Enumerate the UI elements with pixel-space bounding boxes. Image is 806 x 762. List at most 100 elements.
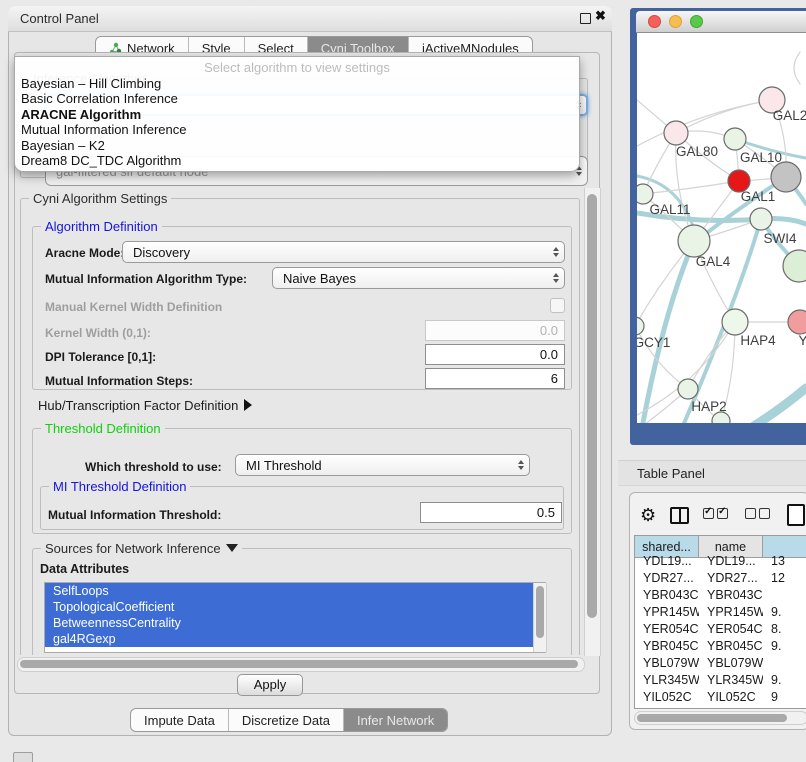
algorithm-option-aracne-algorithm[interactable]: ARACNE Algorithm — [15, 107, 579, 122]
table-panel-title: Table Panel — [637, 466, 705, 481]
network-edge[interactable] — [676, 100, 772, 133]
settings-horizontal-scrollbar[interactable] — [17, 657, 585, 672]
network-node-gal4[interactable] — [678, 225, 710, 257]
network-edge[interactable] — [794, 52, 800, 84]
network-window-titlebar[interactable] — [636, 11, 806, 33]
scrollbar-thumb[interactable] — [637, 714, 787, 722]
manual-kernel-width-checkbox[interactable] — [550, 298, 565, 313]
table-row[interactable]: YBR045CYBR045C9. — [635, 638, 806, 655]
columns-icon[interactable] — [670, 507, 689, 524]
table-cell: YER054C — [635, 621, 699, 638]
algorithm-option-dream8-dc-tdc-algorithm[interactable]: Dream8 DC_TDC Algorithm — [15, 153, 579, 168]
table-cell: 9. — [763, 638, 806, 655]
scrollbar-thumb[interactable] — [587, 194, 597, 618]
table-row[interactable]: YIL052CYIL052C9 — [635, 689, 806, 706]
table-row[interactable]: YBR043CYBR043C — [635, 587, 806, 604]
network-node-hap2[interactable] — [678, 379, 698, 399]
data-attributes-label: Data Attributes — [40, 562, 129, 576]
network-node-hap4[interactable] — [722, 309, 748, 335]
table-cell: YBL079W — [635, 655, 699, 672]
network-node-gal80[interactable] — [664, 121, 688, 145]
table-row[interactable]: YDR27...YDR27...12 — [635, 570, 806, 587]
kernel-width-field[interactable]: 0.0 — [425, 320, 565, 341]
node-attribute-table: shared...nameYDL19...YDL19...13YDR27...Y… — [634, 535, 806, 709]
mi-algorithm-type-combo[interactable]: Naive Bayes — [272, 267, 565, 289]
float-window-icon[interactable] — [580, 13, 591, 24]
table-panel: ⚙ shared...nameYDL19...YDL19...13YDR27..… — [629, 492, 806, 730]
algorithm-option-basic-correlation-inference[interactable]: Basic Correlation Inference — [15, 91, 579, 106]
node-label: SWI4 — [763, 231, 796, 246]
table-cell: 13 — [763, 553, 806, 570]
node-label: GCY1 — [637, 335, 670, 350]
scrollbar-thumb[interactable] — [20, 660, 578, 668]
table-cell: YBR045C — [635, 638, 699, 655]
table-cell: YIL052C — [699, 689, 763, 706]
table-toolbar: ⚙ — [640, 501, 806, 529]
table-cell: YLR345W — [699, 672, 763, 689]
algorithm-option-mutual-information-inference[interactable]: Mutual Information Inference — [15, 122, 579, 137]
aracne-mode-combo[interactable]: Discovery — [122, 241, 565, 263]
network-edge[interactable] — [637, 100, 772, 146]
tab-discretize-data[interactable]: Discretize Data — [229, 709, 344, 731]
network-node-gal11[interactable] — [637, 184, 653, 204]
mi-threshold-group-title: MI Threshold Definition — [49, 479, 190, 494]
node-label: GAL10 — [740, 150, 782, 165]
network-node[interactable] — [771, 162, 801, 192]
hub-factor-expander[interactable]: Hub/Transcription Factor Definition — [38, 398, 252, 413]
table-cell: 9. — [763, 672, 806, 689]
table-row[interactable]: YLR345WYLR345W9. — [635, 672, 806, 689]
combo-spinner-icon — [548, 273, 564, 283]
zoom-traffic-light-icon[interactable] — [690, 15, 703, 28]
node-label: Y — [798, 333, 806, 348]
clipped-toolbar-chip[interactable] — [13, 752, 33, 762]
table-row[interactable]: YER054CYER054C8. — [635, 621, 806, 638]
tab-impute-data[interactable]: Impute Data — [131, 709, 229, 731]
table-row[interactable]: YDL19...YDL19...13 — [635, 553, 806, 570]
table-row[interactable]: YBL079WYBL079W — [635, 655, 806, 672]
dpi-tolerance-field[interactable]: 0.0 — [425, 344, 565, 365]
network-node-gal10[interactable] — [724, 128, 746, 150]
scrollbar-thumb[interactable] — [536, 586, 544, 638]
tab-infer-network[interactable]: Infer Network — [344, 709, 447, 731]
data-attributes-list[interactable]: SelfLoopsTopologicalCoefficientBetweenne… — [44, 582, 546, 653]
network-canvas[interactable]: GAL2GAL80GAL10GAL1GAL11SWI4GAL4GCY1HAP4Y… — [637, 33, 806, 423]
mi-steps-field[interactable]: 6 — [425, 368, 565, 389]
table-cell: YPR145W — [699, 604, 763, 621]
document-icon[interactable] — [787, 504, 805, 526]
table-cell: YLR345W — [635, 672, 699, 689]
gear-icon[interactable]: ⚙ — [640, 506, 656, 524]
attribute-item-betweennesscentrality[interactable]: BetweennessCentrality — [45, 615, 545, 631]
which-threshold-combo[interactable]: MI Threshold — [235, 454, 530, 476]
network-node-gcy1[interactable] — [637, 317, 644, 335]
expander-collapsed-icon — [244, 399, 252, 411]
table-row[interactable]: YPR145WYPR145W9. — [635, 604, 806, 621]
deselect-all-checks-icon[interactable] — [745, 506, 773, 524]
settings-vertical-scrollbar[interactable] — [584, 188, 601, 656]
close-icon[interactable]: ✖ — [595, 8, 606, 24]
network-node-swi4[interactable] — [750, 208, 772, 230]
which-threshold-label: Which threshold to use: — [85, 460, 222, 474]
attribute-item-gal4rgexp[interactable]: gal4RGexp — [45, 631, 545, 647]
table-horizontal-scrollbar[interactable] — [634, 711, 806, 725]
list-vertical-scrollbar[interactable] — [533, 583, 547, 652]
table-cell: 9. — [763, 604, 806, 621]
select-all-checks-icon[interactable] — [703, 506, 731, 524]
mi-threshold-field[interactable]: 0.5 — [420, 502, 562, 523]
table-cell: YBR043C — [635, 587, 699, 604]
attribute-item-selfloops[interactable]: SelfLoops — [45, 583, 545, 599]
apply-button[interactable]: Apply — [237, 674, 303, 696]
table-cell: YDR27... — [699, 570, 763, 587]
sources-group-title[interactable]: Sources for Network Inference — [41, 541, 242, 556]
algorithm-definition-title: Algorithm Definition — [41, 219, 162, 234]
minimize-traffic-light-icon[interactable] — [669, 15, 682, 28]
table-cell — [763, 587, 806, 604]
manual-kernel-width-label: Manual Kernel Width Definition — [45, 300, 222, 314]
algorithm-option-bayesian-k2[interactable]: Bayesian – K2 — [15, 138, 579, 153]
attribute-item-topologicalcoefficient[interactable]: TopologicalCoefficient — [45, 599, 545, 615]
algorithm-option-bayesian-hill-climbing[interactable]: Bayesian – Hill Climbing — [15, 76, 579, 91]
close-traffic-light-icon[interactable] — [648, 15, 661, 28]
network-node-y[interactable] — [788, 310, 806, 334]
table-cell: YIL052C — [635, 689, 699, 706]
table-cell: YBL079W — [699, 655, 763, 672]
node-label: GAL2 — [773, 108, 806, 123]
